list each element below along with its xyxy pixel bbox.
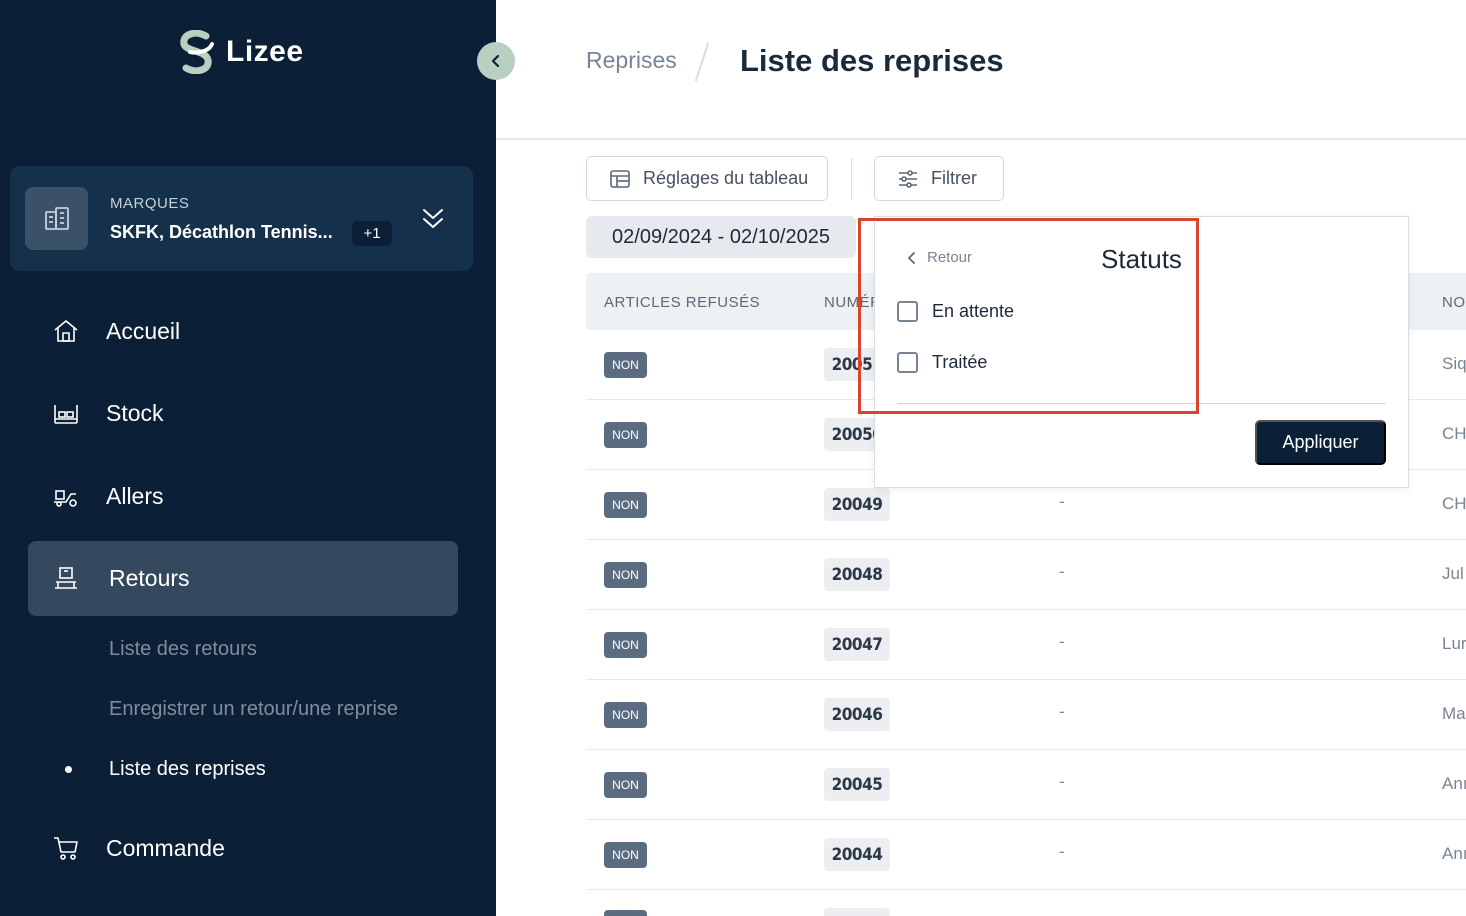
returns-icon xyxy=(55,567,77,589)
sliders-icon xyxy=(899,170,917,188)
refused-badge xyxy=(604,910,647,916)
cell-value: - xyxy=(1059,562,1065,581)
breadcrumb-reprises[interactable]: Reprises xyxy=(586,47,677,74)
delivery-icon xyxy=(54,490,77,507)
buildings-icon xyxy=(25,187,88,250)
customer-name: Anı xyxy=(1442,774,1466,793)
cell-value: - xyxy=(1059,702,1065,721)
collapse-sidebar-button[interactable] xyxy=(477,42,515,80)
brand-count-badge: +1 xyxy=(352,221,392,246)
page-title: Liste des reprises xyxy=(740,43,1004,78)
reprise-number[interactable]: 20049 xyxy=(824,488,890,521)
current-indicator-dot xyxy=(65,766,72,773)
column-header-articles-refuses[interactable]: ARTICLES REFUSÉS xyxy=(604,294,760,311)
cart-icon xyxy=(54,837,78,860)
subnav-liste-des-reprises[interactable]: Liste des reprises xyxy=(109,758,266,781)
logo-text: Lizee xyxy=(226,35,304,68)
table-row[interactable]: NON 20044 - Anı xyxy=(586,820,1466,890)
subnav-enregistrer-retour[interactable]: Enregistrer un retour/une reprise xyxy=(109,698,398,721)
reprise-number[interactable] xyxy=(824,908,890,916)
brand-selector[interactable]: MARQUES SKFK, Décathlon Tennis... +1 xyxy=(10,166,473,271)
apply-button[interactable]: Appliquer xyxy=(1255,420,1386,465)
breadcrumb-separator xyxy=(694,42,710,82)
checkbox[interactable] xyxy=(897,352,918,373)
nav-item-stock[interactable]: Stock xyxy=(28,376,458,451)
toolbar-divider xyxy=(851,158,852,200)
table-row[interactable]: NON 20047 - Lur xyxy=(586,610,1466,680)
status-option-en-attente[interactable]: En attente xyxy=(897,301,1014,322)
customer-name: CH xyxy=(1442,494,1466,513)
logo[interactable]: Lizee xyxy=(176,30,304,74)
date-range-chip[interactable]: 02/09/2024 - 02/10/2025 xyxy=(586,216,856,258)
option-label: En attente xyxy=(932,301,1015,321)
refused-badge: NON xyxy=(604,632,647,658)
app-window: Lizee MARQUES SKFK, Décathlon Tennis... … xyxy=(0,0,1466,916)
table-row[interactable]: NON 20046 - Ma xyxy=(586,680,1466,750)
customer-name: Jul xyxy=(1442,564,1464,583)
divider xyxy=(897,403,1386,404)
double-chevron-down-icon[interactable] xyxy=(418,204,448,234)
warehouse-icon xyxy=(54,405,78,424)
checkbox[interactable] xyxy=(897,301,918,322)
brand-value: SKFK, Décathlon Tennis... xyxy=(110,222,333,242)
reprise-number[interactable]: 20045 xyxy=(824,768,890,801)
back-label: Retour xyxy=(927,249,973,266)
cell-value: - xyxy=(1059,842,1065,861)
column-header-nom[interactable]: NO xyxy=(1442,294,1466,311)
table-row[interactable]: NON 20048 - Jul xyxy=(586,540,1466,610)
customer-name: Siq xyxy=(1442,354,1466,373)
page-header: Reprises Liste des reprises xyxy=(496,0,1466,140)
customer-name: CH xyxy=(1442,424,1466,443)
refused-badge: NON xyxy=(604,772,647,798)
subnav-liste-des-retours[interactable]: Liste des retours xyxy=(109,638,257,661)
customer-name: Lur xyxy=(1442,634,1466,653)
brand-label: MARQUES xyxy=(110,195,190,212)
reprise-number[interactable]: 20046 xyxy=(824,698,890,731)
nav-label: Allers xyxy=(106,483,164,509)
nav-item-retours[interactable]: Retours xyxy=(28,541,458,616)
table-row[interactable] xyxy=(586,890,1466,916)
cell-value: - xyxy=(1059,632,1065,651)
sidebar: Lizee MARQUES SKFK, Décathlon Tennis... … xyxy=(0,0,496,916)
back-button[interactable]: Retour xyxy=(905,249,972,266)
table-settings-button[interactable]: Réglages du tableau xyxy=(586,156,828,201)
customer-name: Anı xyxy=(1442,844,1466,863)
chevron-left-icon xyxy=(491,54,500,68)
refused-badge: NON xyxy=(604,492,647,518)
column-header-numero[interactable]: NUMÉR xyxy=(824,294,882,311)
reprise-number[interactable]: 20044 xyxy=(824,838,890,871)
refused-badge: NON xyxy=(604,842,647,868)
status-option-traitee[interactable]: Traitée xyxy=(897,352,987,373)
refused-badge: NON xyxy=(604,702,647,728)
customer-name: Ma xyxy=(1442,704,1466,723)
refused-badge: NON xyxy=(604,562,647,588)
reprise-number[interactable]: 20047 xyxy=(824,628,890,661)
filter-label: Filtrer xyxy=(931,168,977,188)
table-icon xyxy=(610,170,630,188)
lizee-logo-icon xyxy=(180,30,214,74)
reprise-number[interactable]: 20048 xyxy=(824,558,890,591)
nav-label: Stock xyxy=(106,400,164,426)
cell-value: - xyxy=(1059,492,1065,511)
home-icon xyxy=(54,320,78,342)
option-label: Traitée xyxy=(932,352,988,372)
nav-label: Accueil xyxy=(106,318,181,344)
nav-item-accueil[interactable]: Accueil xyxy=(28,294,458,369)
nav-item-commande[interactable]: Commande xyxy=(28,811,458,886)
cell-value: - xyxy=(1059,772,1065,791)
table-settings-label: Réglages du tableau xyxy=(643,168,809,188)
chevron-left-icon xyxy=(908,251,915,264)
table-row[interactable]: NON 20045 - Anı xyxy=(586,750,1466,820)
dropdown-title: Statuts xyxy=(1101,244,1182,274)
nav-label: Commande xyxy=(106,835,225,861)
nav-item-allers[interactable]: Allers xyxy=(28,459,458,534)
status-filter-dropdown: Retour Statuts En attente Traitée Appliq… xyxy=(874,216,1409,488)
nav-label: Retours xyxy=(109,565,190,591)
filter-button[interactable]: Filtrer xyxy=(874,156,1004,201)
refused-badge: NON xyxy=(604,422,647,448)
refused-badge: NON xyxy=(604,352,647,378)
